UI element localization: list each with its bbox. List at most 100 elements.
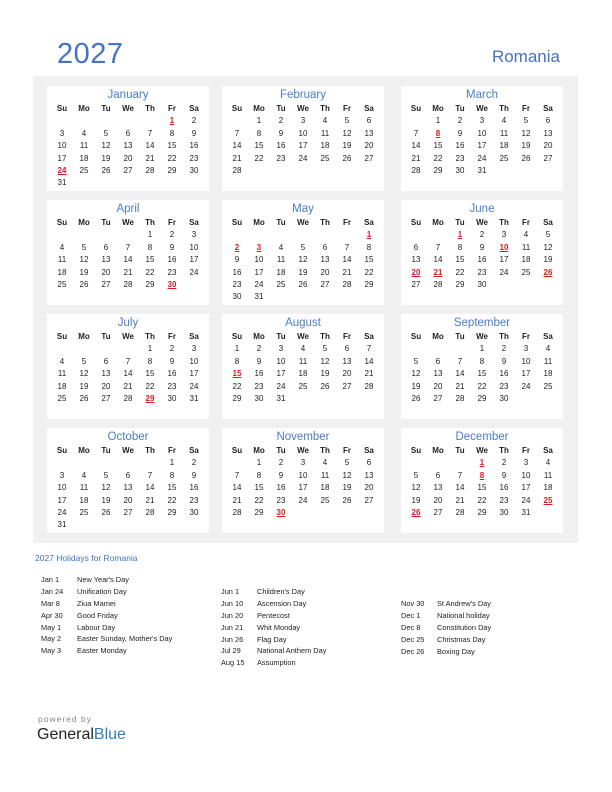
weekday-label: Mo: [432, 104, 444, 113]
holiday-item: May 1 Labour Day: [41, 622, 172, 634]
holiday-item: Jan 1 New Year's Day: [41, 574, 172, 586]
month-name: January: [107, 89, 149, 101]
weekday-label: Sa: [364, 104, 374, 113]
day: 10: [298, 470, 308, 480]
day: 13: [433, 369, 443, 379]
day: 18: [298, 369, 308, 379]
week-row: 3 4 5 6 7 8 9: [47, 470, 209, 482]
day: 6: [344, 344, 350, 354]
day: 2: [501, 344, 507, 354]
day: 5: [103, 128, 109, 138]
day: 27: [123, 165, 133, 175]
day: 6: [366, 458, 372, 468]
empty-day: [336, 507, 358, 519]
day: 11: [320, 470, 330, 480]
empty-day: [73, 457, 95, 469]
day: 8: [234, 356, 240, 366]
holiday-day: 3: [256, 242, 262, 252]
day: 28: [123, 279, 133, 289]
day: 3: [300, 458, 306, 468]
weekday-label: Th: [145, 446, 155, 455]
holiday-day: 20: [411, 267, 421, 277]
weekday-label: Mo: [78, 446, 90, 455]
month-name: February: [279, 89, 327, 101]
weekday-label: We: [122, 104, 134, 113]
week-row: 23 24 25 26 27 28 29: [222, 279, 384, 291]
weekday-label: Mo: [253, 104, 265, 113]
day: 28: [232, 507, 242, 517]
day: 27: [543, 153, 553, 163]
empty-day: [117, 343, 139, 355]
empty-day: [314, 291, 336, 303]
week-row: 14 15 16 17 18 19 20: [401, 140, 563, 152]
day: 7: [435, 242, 441, 252]
empty-day: [183, 177, 205, 189]
day: 7: [147, 470, 153, 480]
empty-day: [493, 279, 515, 291]
day: 4: [59, 242, 65, 252]
holiday-date: May 3: [41, 646, 62, 656]
empty-day: [51, 457, 73, 469]
day: 1: [147, 344, 153, 354]
day: 7: [457, 470, 463, 480]
week-row: 30 31: [222, 291, 384, 303]
day: 19: [342, 483, 352, 493]
empty-day: [226, 457, 248, 469]
week-row: 5 6 7 8 9 10 11: [401, 470, 563, 482]
weekday-label: We: [297, 332, 309, 341]
weekday-label: Th: [499, 332, 509, 341]
day: 17: [189, 369, 199, 379]
day: 31: [57, 178, 67, 188]
day: 3: [523, 344, 529, 354]
day: 21: [455, 381, 465, 391]
day: 21: [455, 495, 465, 505]
holiday-item: Jul 29 National Anthem Day: [221, 645, 326, 657]
day: 10: [521, 470, 531, 480]
week-row: 12: [47, 115, 209, 127]
weekday-label: Fr: [522, 218, 530, 227]
day: 4: [322, 458, 328, 468]
weekday-header: Su Mo Tu We Th Fr Sa: [401, 103, 563, 115]
week-row: 21 22 23 24 25 26 27: [222, 153, 384, 165]
weekday-label: Su: [231, 332, 243, 341]
day: 15: [254, 483, 264, 493]
day: 23: [276, 495, 286, 505]
empty-day: [292, 393, 314, 405]
month-name: April: [116, 203, 140, 215]
empty-day: [314, 165, 336, 177]
day: 4: [81, 128, 87, 138]
empty-day: [248, 229, 270, 241]
weekday-label: Th: [320, 332, 330, 341]
day: 23: [167, 381, 177, 391]
day: 16: [499, 483, 509, 493]
month-july: July Su Mo Tu We Th Fr Sa 1 2 3 4 5 6 7 8 9 10 11 12 13 14 15 1…: [47, 314, 209, 419]
empty-day: [427, 229, 449, 241]
holiday-date: Nov 30: [401, 599, 425, 608]
weekday-label: Su: [410, 446, 422, 455]
day: 30: [455, 165, 465, 175]
week-row: 28 29 30: [222, 507, 384, 519]
weekday-label: Fr: [168, 446, 176, 455]
day: 9: [479, 242, 485, 252]
week-row: 22 23 24 25 26 27 28: [222, 381, 384, 393]
day: 8: [169, 470, 175, 480]
holiday-date: Jun 26: [221, 634, 244, 644]
week-row: 1 2 3 4: [401, 343, 563, 355]
weekday-label: Th: [320, 218, 330, 227]
day: 22: [145, 381, 155, 391]
day: 2: [457, 116, 463, 126]
day: 25: [57, 279, 67, 289]
day: 19: [543, 255, 553, 265]
day: 7: [125, 242, 131, 252]
empty-day: [336, 291, 358, 303]
empty-day: [292, 507, 314, 519]
holiday-name: Assumption: [257, 658, 296, 668]
day: 22: [167, 153, 177, 163]
day: 1: [234, 344, 240, 354]
empty-day: [73, 519, 95, 531]
holiday-day: 1: [169, 116, 175, 126]
day: 7: [457, 356, 463, 366]
day: 3: [523, 458, 529, 468]
day: 10: [189, 242, 199, 252]
day: 19: [320, 369, 330, 379]
